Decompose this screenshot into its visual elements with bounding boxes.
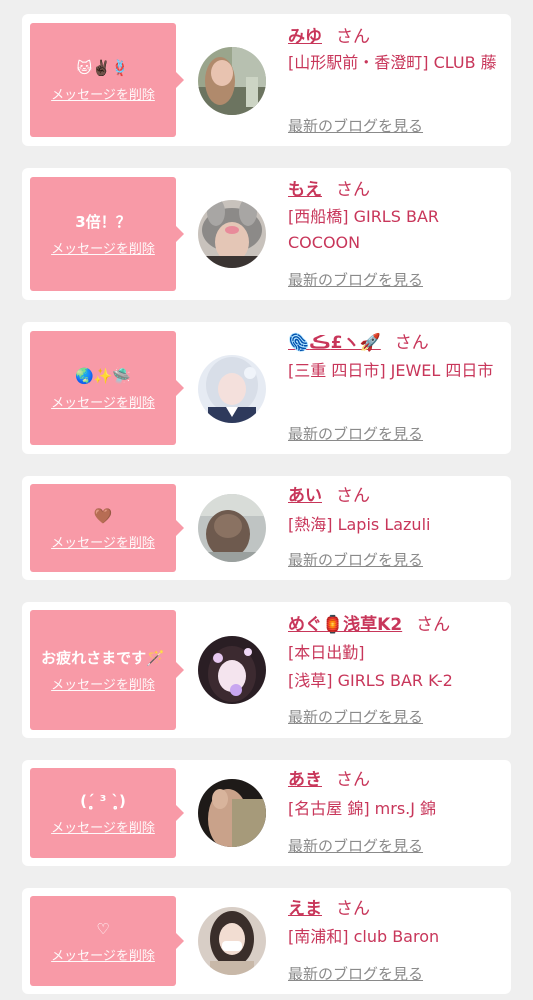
- sender-name-line: あい さん: [288, 483, 370, 509]
- delete-message-link[interactable]: メッセージを削除: [51, 674, 155, 693]
- delete-message-link[interactable]: メッセージを削除: [51, 392, 155, 411]
- delete-message-link[interactable]: メッセージを削除: [51, 817, 155, 836]
- shop-info: [名古屋 錦] mrs.J 錦: [288, 799, 437, 818]
- honorific: さん: [394, 333, 429, 353]
- avatar[interactable]: [198, 907, 266, 975]
- message-text: ♡: [96, 919, 110, 938]
- avatar[interactable]: [198, 47, 266, 115]
- shop-info: [山形駅前・香澄町] CLUB 藤: [288, 53, 497, 72]
- avatar[interactable]: [198, 200, 266, 268]
- message-card: (ˊ̥̥̥̥̥ ³ ˋ̥̥̥̥̥) メッセージを削除 あき さん [名古屋 錦] …: [22, 760, 511, 866]
- message-card: 🌏✨🛸 メッセージを削除 🫆ڪ£ヽ🚀 さん [三重 四日市] JEWEL 四日市 …: [22, 322, 511, 454]
- shop-info: [熱海] Lapis Lazuli: [288, 515, 431, 534]
- sender-name-link[interactable]: 🫆ڪ£ヽ🚀: [288, 333, 381, 353]
- sender-name-line: えま さん: [288, 896, 370, 922]
- honorific: さん: [336, 486, 370, 506]
- sender-name-link[interactable]: もえ: [288, 180, 322, 200]
- message-bubble[interactable]: ♡ メッセージを削除: [30, 896, 184, 986]
- sender-name-link[interactable]: えま: [288, 899, 322, 919]
- latest-blog-link[interactable]: 最新のブログを見る: [288, 706, 423, 727]
- message-text: 3倍！？: [75, 212, 131, 231]
- sender-name-link[interactable]: あき: [288, 770, 322, 790]
- message-card: お疲れさまです🪄 メッセージを削除 めぐ🏮浅草K2 さん [本日出勤] [浅草] …: [22, 602, 511, 738]
- sender-name-link[interactable]: みゆ: [288, 27, 322, 47]
- message-card: 🤎 メッセージを削除 あい さん [熱海] Lapis Lazuli 最新のブログ…: [22, 476, 511, 580]
- latest-blog-link[interactable]: 最新のブログを見る: [288, 269, 423, 290]
- shop-info: [西船橋] GIRLS BAR COCOON: [288, 207, 440, 252]
- delete-message-link[interactable]: メッセージを削除: [51, 238, 155, 257]
- message-bubble[interactable]: 🤎 メッセージを削除: [30, 484, 184, 572]
- message-text: 🐱✌🏿🪢: [76, 58, 130, 77]
- sender-name-link[interactable]: めぐ🏮浅草K2: [288, 615, 402, 635]
- shop-info: [南浦和] club Baron: [288, 927, 440, 946]
- honorific: さん: [336, 899, 370, 919]
- latest-blog-link[interactable]: 最新のブログを見る: [288, 549, 423, 570]
- message-bubble[interactable]: 3倍！？ メッセージを削除: [30, 177, 184, 291]
- message-card: ♡ メッセージを削除 えま さん [南浦和] club Baron 最新のブログを…: [22, 888, 511, 994]
- avatar[interactable]: [198, 779, 266, 847]
- shop-info: [三重 四日市] JEWEL 四日市: [288, 361, 494, 380]
- avatar[interactable]: [198, 355, 266, 423]
- honorific: さん: [336, 27, 370, 47]
- sender-name-line: もえ さん: [288, 177, 370, 203]
- sender-name-line: あき さん: [288, 767, 370, 793]
- message-text: お疲れさまです🪄: [41, 648, 165, 667]
- message-card: 🐱✌🏿🪢 メッセージを削除 みゆ さん [山形駅前・香澄町] CLUB 藤 最新の…: [22, 14, 511, 146]
- latest-blog-link[interactable]: 最新のブログを見る: [288, 115, 423, 136]
- message-text: 🌏✨🛸: [74, 366, 132, 385]
- delete-message-link[interactable]: メッセージを削除: [51, 945, 155, 964]
- message-text: 🤎: [93, 506, 113, 525]
- sender-name-line: みゆ さん: [288, 24, 370, 50]
- avatar[interactable]: [198, 494, 266, 562]
- shop-info: [浅草] GIRLS BAR K-2: [288, 671, 453, 690]
- latest-blog-link[interactable]: 最新のブログを見る: [288, 423, 423, 444]
- delete-message-link[interactable]: メッセージを削除: [51, 84, 155, 103]
- sender-name-line: めぐ🏮浅草K2 さん: [288, 612, 450, 638]
- latest-blog-link[interactable]: 最新のブログを見る: [288, 835, 423, 856]
- sender-status: [本日出勤]: [288, 643, 365, 662]
- message-list: 🐱✌🏿🪢 メッセージを削除 みゆ さん [山形駅前・香澄町] CLUB 藤 最新の…: [0, 0, 533, 1000]
- sender-name-line: 🫆ڪ£ヽ🚀 さん: [288, 330, 429, 356]
- message-bubble[interactable]: (ˊ̥̥̥̥̥ ³ ˋ̥̥̥̥̥) メッセージを削除: [30, 768, 184, 858]
- latest-blog-link[interactable]: 最新のブログを見る: [288, 963, 423, 984]
- honorific: さん: [336, 180, 370, 200]
- sender-name-link[interactable]: あい: [288, 486, 322, 506]
- message-bubble[interactable]: 🌏✨🛸 メッセージを削除: [30, 331, 184, 445]
- avatar[interactable]: [198, 636, 266, 704]
- message-card: 3倍！？ メッセージを削除 もえ さん [西船橋] GIRLS BAR COCOO…: [22, 168, 511, 300]
- message-text: (ˊ̥̥̥̥̥ ³ ˋ̥̥̥̥̥): [80, 791, 126, 810]
- delete-message-link[interactable]: メッセージを削除: [51, 532, 155, 551]
- honorific: さん: [416, 615, 451, 635]
- message-bubble[interactable]: 🐱✌🏿🪢 メッセージを削除: [30, 23, 184, 137]
- message-bubble[interactable]: お疲れさまです🪄 メッセージを削除: [30, 610, 184, 730]
- honorific: さん: [336, 770, 370, 790]
